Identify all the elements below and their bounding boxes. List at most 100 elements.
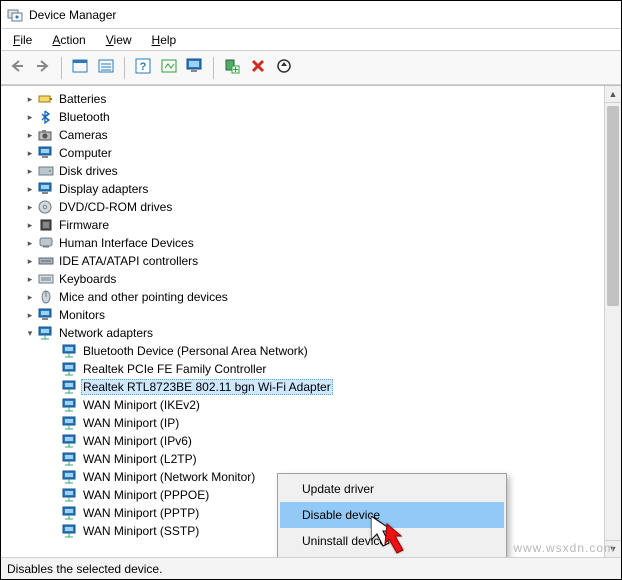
tree-category[interactable]: ▾ Network adapters [7, 324, 621, 342]
expand-icon[interactable]: ▸ [23, 272, 37, 286]
arrow-right-icon [35, 59, 51, 76]
tree-device-label[interactable]: Realtek RTL8723BE 802.11 bgn Wi-Fi Adapt… [81, 379, 333, 395]
tree-device-label[interactable]: WAN Miniport (Network Monitor) [81, 470, 257, 484]
tree-category-label[interactable]: Keyboards [57, 272, 118, 286]
expand-icon[interactable]: ▸ [23, 218, 37, 232]
tree-device[interactable]: WAN Miniport (IP) [7, 414, 621, 432]
tree-category[interactable]: ▸ Bluetooth [7, 108, 621, 126]
hid-icon [37, 235, 55, 251]
net-adapter-icon [61, 361, 79, 377]
expand-icon[interactable]: ▸ [23, 146, 37, 160]
app-icon [7, 7, 23, 23]
tree-category-label[interactable]: Bluetooth [57, 110, 112, 124]
spacer [47, 344, 61, 358]
toolbar-back-button[interactable] [5, 56, 29, 80]
device-tree[interactable]: ▸ Batteries ▸ Bluetooth ▸ Cameras ▸ Computer ▸ Di… [1, 85, 621, 557]
menubar: FileActionViewHelp [1, 29, 621, 51]
tree-device-label[interactable]: WAN Miniport (L2TP) [81, 452, 199, 466]
tree-category[interactable]: ▸ IDE ATA/ATAPI controllers [7, 252, 621, 270]
tree-device-label[interactable]: WAN Miniport (SSTP) [81, 524, 201, 538]
expand-icon[interactable]: ▸ [23, 92, 37, 106]
status-text: Disables the selected device. [7, 562, 162, 576]
tree-category-label[interactable]: Disk drives [57, 164, 120, 178]
tree-device[interactable]: Realtek PCIe FE Family Controller [7, 360, 621, 378]
net-adapter-icon [61, 415, 79, 431]
menu-help[interactable]: Help [142, 31, 187, 49]
toolbar-add-legacy-button[interactable] [220, 56, 244, 80]
context-menu: Update driverDisable deviceUninstall dev… [277, 473, 507, 557]
toolbar-update-button[interactable] [272, 56, 296, 80]
keyboard-icon [37, 271, 55, 287]
toolbar-remove-button[interactable] [246, 56, 270, 80]
tree-category-label[interactable]: Display adapters [57, 182, 150, 196]
expand-icon[interactable]: ▸ [23, 236, 37, 250]
expand-icon[interactable]: ▸ [23, 200, 37, 214]
tree-category[interactable]: ▸ Disk drives [7, 162, 621, 180]
scan-icon [161, 59, 177, 76]
tree-device-label[interactable]: WAN Miniport (PPTP) [81, 506, 201, 520]
expand-icon[interactable]: ▸ [23, 290, 37, 304]
tree-category-label[interactable]: Cameras [57, 128, 110, 142]
tree-category[interactable]: ▸ Keyboards [7, 270, 621, 288]
expand-icon[interactable]: ▸ [23, 110, 37, 124]
tree-category-label[interactable]: Human Interface Devices [57, 236, 196, 250]
tree-device[interactable]: WAN Miniport (L2TP) [7, 450, 621, 468]
arrow-left-icon [9, 59, 25, 76]
expand-icon[interactable]: ▸ [23, 254, 37, 268]
toolbar-monitor-button[interactable] [183, 56, 207, 80]
tree-category[interactable]: ▸ Human Interface Devices [7, 234, 621, 252]
menu-file[interactable]: File [3, 31, 42, 49]
menu-action[interactable]: Action [42, 31, 95, 49]
spacer [47, 434, 61, 448]
expand-icon[interactable]: ▸ [23, 182, 37, 196]
toolbar-help-button[interactable]: ? [131, 56, 155, 80]
tree-category-label[interactable]: DVD/CD-ROM drives [57, 200, 174, 214]
expand-icon[interactable]: ▸ [23, 128, 37, 142]
tree-category-label[interactable]: Mice and other pointing devices [57, 290, 230, 304]
expand-icon[interactable]: ▸ [23, 164, 37, 178]
net-adapter-icon [61, 451, 79, 467]
tree-device[interactable]: WAN Miniport (IKEv2) [7, 396, 621, 414]
collapse-icon[interactable]: ▾ [23, 326, 37, 340]
tree-category-label[interactable]: Batteries [57, 92, 108, 106]
battery-icon [37, 91, 55, 107]
tree-device-label[interactable]: Bluetooth Device (Personal Area Network) [81, 344, 310, 358]
tree-device-label[interactable]: WAN Miniport (IPv6) [81, 434, 194, 448]
tree-device[interactable]: Bluetooth Device (Personal Area Network) [7, 342, 621, 360]
context-item-disable-device[interactable]: Disable device [280, 502, 504, 528]
tree-category[interactable]: ▸ Computer [7, 144, 621, 162]
scroll-up-button[interactable]: ▲ [605, 86, 621, 103]
menu-view[interactable]: View [96, 31, 142, 49]
vertical-scrollbar[interactable]: ▲ ▼ [604, 86, 621, 557]
context-item-update-driver[interactable]: Update driver [280, 476, 504, 502]
net-adapter-icon [61, 379, 79, 395]
tree-category-label[interactable]: Firmware [57, 218, 111, 232]
tree-category-label[interactable]: Computer [57, 146, 114, 160]
tree-device-label[interactable]: WAN Miniport (IP) [81, 416, 181, 430]
tree-category-label[interactable]: Monitors [57, 308, 107, 322]
tree-category[interactable]: ▸ Display adapters [7, 180, 621, 198]
tree-device-label[interactable]: WAN Miniport (PPPOE) [81, 488, 211, 502]
tree-category[interactable]: ▸ Monitors [7, 306, 621, 324]
net-adapter-icon [61, 523, 79, 539]
expand-icon[interactable]: ▸ [23, 308, 37, 322]
tree-category-label[interactable]: Network adapters [57, 326, 155, 340]
toolbar-scan-button[interactable] [157, 56, 181, 80]
tree-category[interactable]: ▸ Mice and other pointing devices [7, 288, 621, 306]
scroll-thumb[interactable] [607, 106, 619, 306]
tree-category-label[interactable]: IDE ATA/ATAPI controllers [57, 254, 200, 268]
tree-device[interactable]: WAN Miniport (IPv6) [7, 432, 621, 450]
tree-device-label[interactable]: WAN Miniport (IKEv2) [81, 398, 202, 412]
tree-category[interactable]: ▸ DVD/CD-ROM drives [7, 198, 621, 216]
toolbar-separator [124, 57, 125, 79]
toolbar-properties-button[interactable] [94, 56, 118, 80]
tree-category[interactable]: ▸ Firmware [7, 216, 621, 234]
tree-device[interactable]: Realtek RTL8723BE 802.11 bgn Wi-Fi Adapt… [7, 378, 621, 396]
context-item-uninstall-device[interactable]: Uninstall device [280, 528, 504, 554]
tree-device-label[interactable]: Realtek PCIe FE Family Controller [81, 362, 268, 376]
tree-category[interactable]: ▸ Cameras [7, 126, 621, 144]
camera-icon [37, 127, 55, 143]
toolbar-show-hidden-button[interactable] [68, 56, 92, 80]
tree-category[interactable]: ▸ Batteries [7, 90, 621, 108]
toolbar-forward-button[interactable] [31, 56, 55, 80]
